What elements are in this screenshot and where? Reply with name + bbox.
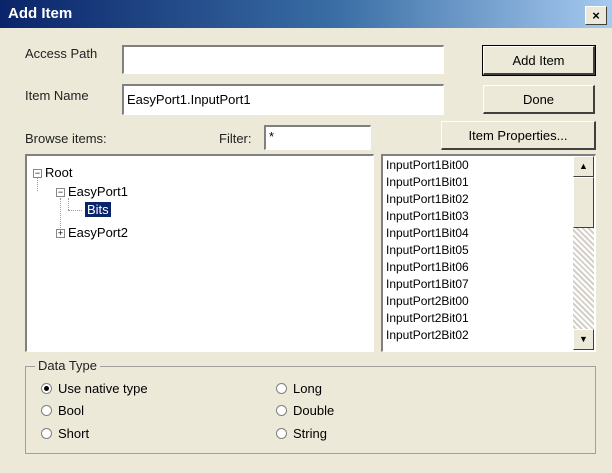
radio-label: Short [58,426,90,441]
radio-unchecked-icon [276,428,287,439]
radio-unchecked-icon [41,405,52,416]
filter-input[interactable]: * [264,125,371,150]
radio-short[interactable]: Short [41,426,89,441]
radio-label: Use native type [58,381,148,396]
browse-tree[interactable]: − Root − EasyPort1 Bits + EasyPort2 [25,154,374,352]
title-bar: Add Item × [0,0,612,28]
list-item[interactable]: InputPort1Bit06 [386,260,469,274]
list-item[interactable]: InputPort1Bit07 [386,277,469,291]
access-path-label: Access Path [25,46,98,61]
close-button[interactable]: × [585,6,607,25]
tree-connector [68,210,82,211]
scroll-thumb[interactable] [573,177,594,228]
radio-label: Double [293,403,335,418]
list-item[interactable]: InputPort1Bit03 [386,209,469,223]
access-path-input[interactable] [122,45,444,74]
window-title: Add Item [8,5,73,22]
done-button[interactable]: Done [483,85,595,114]
add-item-dialog: Add Item × Access Path Item Name EasyPor… [0,0,612,473]
list-item[interactable]: InputPort1Bit00 [386,158,469,172]
radio-string[interactable]: String [276,426,327,441]
tree-node-bits[interactable]: Bits [85,202,111,217]
scroll-down-arrow-icon[interactable]: ▼ [573,329,594,350]
list-item[interactable]: InputPort2Bit00 [386,294,469,308]
radio-double[interactable]: Double [276,403,334,418]
list-item[interactable]: InputPort1Bit01 [386,175,469,189]
radio-label: Long [293,381,322,396]
radio-use-native-type[interactable]: Use native type [41,381,148,396]
radio-unchecked-icon [41,428,52,439]
item-name-label: Item Name [25,88,89,103]
scroll-up-arrow-icon[interactable]: ▲ [573,156,594,177]
tree-node-root[interactable]: Root [45,165,72,180]
collapse-icon[interactable]: − [56,188,65,197]
radio-unchecked-icon [276,383,287,394]
expand-icon[interactable]: + [56,229,65,238]
filter-label: Filter: [219,131,252,146]
radio-label: Bool [58,403,85,418]
radio-bool[interactable]: Bool [41,403,84,418]
browse-items-label: Browse items: [25,131,107,146]
radio-label: String [293,426,327,441]
items-list-scrollbar[interactable]: ▲ ▼ [573,156,594,350]
item-name-input[interactable]: EasyPort1.InputPort1 [122,84,444,115]
radio-long[interactable]: Long [276,381,322,396]
list-item[interactable]: InputPort1Bit04 [386,226,469,240]
item-properties-button[interactable]: Item Properties... [441,121,596,150]
list-item[interactable]: InputPort2Bit01 [386,311,469,325]
list-item[interactable]: InputPort1Bit02 [386,192,469,206]
items-list[interactable]: InputPort1Bit00 InputPort1Bit01 InputPor… [381,154,596,352]
radio-unchecked-icon [276,405,287,416]
tree-node-easyport2[interactable]: EasyPort2 [68,225,128,240]
list-item[interactable]: InputPort2Bit02 [386,328,469,342]
radio-checked-icon [41,383,52,394]
collapse-icon[interactable]: − [33,169,42,178]
tree-node-easyport1[interactable]: EasyPort1 [68,184,128,199]
tree-connector [37,178,38,191]
tree-connector [68,198,69,210]
list-item[interactable]: InputPort1Bit05 [386,243,469,257]
add-item-button[interactable]: Add Item [482,45,596,76]
data-type-legend: Data Type [35,358,101,373]
